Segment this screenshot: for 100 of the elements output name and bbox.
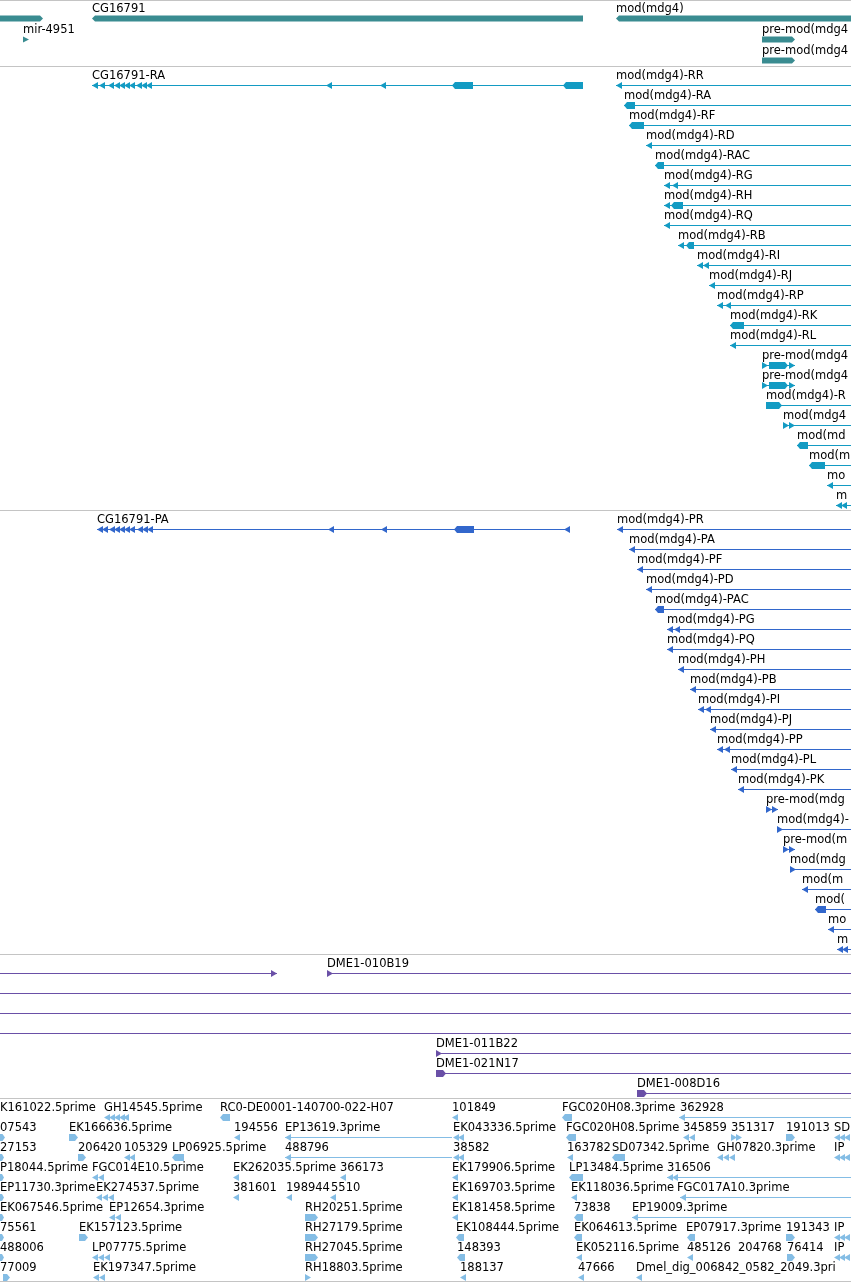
est-alignment[interactable] <box>0 1214 4 1221</box>
transcript-model[interactable] <box>762 362 795 369</box>
protein-model[interactable] <box>783 846 795 853</box>
transcript-model[interactable] <box>624 102 851 109</box>
protein-model[interactable] <box>629 546 851 553</box>
est-alignment[interactable] <box>0 1174 4 1181</box>
est-alignment[interactable] <box>562 1114 572 1121</box>
transcript-model[interactable] <box>809 462 851 469</box>
est-alignment[interactable] <box>78 1154 86 1161</box>
est-alignment[interactable] <box>0 1234 4 1241</box>
est-alignment[interactable] <box>234 1134 240 1141</box>
transcript-model[interactable] <box>92 82 583 89</box>
est-alignment[interactable] <box>632 1214 851 1221</box>
protein-model[interactable] <box>802 886 851 893</box>
est-alignment[interactable] <box>172 1154 184 1161</box>
est-alignment[interactable] <box>452 1214 458 1221</box>
est-alignment[interactable] <box>93 1274 105 1281</box>
est-alignment[interactable] <box>687 1234 695 1241</box>
transcript-model[interactable] <box>730 342 851 349</box>
transcript-model[interactable] <box>717 302 851 309</box>
protein-model[interactable] <box>690 686 851 693</box>
est-alignment[interactable] <box>92 1174 104 1181</box>
transcript-model[interactable] <box>709 282 851 289</box>
est-alignment[interactable] <box>452 1114 458 1121</box>
protein-model[interactable] <box>766 806 778 813</box>
est-alignment[interactable] <box>667 1174 851 1181</box>
protein-model[interactable] <box>790 866 851 873</box>
transcript-model[interactable] <box>783 422 851 429</box>
protein-model[interactable] <box>646 586 851 593</box>
est-alignment[interactable] <box>0 1154 4 1161</box>
transcript-model[interactable] <box>655 162 851 169</box>
est-alignment[interactable] <box>457 1254 465 1261</box>
protein-model[interactable] <box>637 566 851 573</box>
gene-bar[interactable] <box>762 36 795 43</box>
est-alignment[interactable] <box>109 1214 121 1221</box>
est-alignment[interactable] <box>453 1134 464 1141</box>
gene-bar[interactable] <box>23 36 29 43</box>
est-alignment[interactable] <box>305 1214 318 1221</box>
est-alignment[interactable] <box>612 1154 625 1161</box>
est-alignment[interactable] <box>340 1174 346 1181</box>
est-alignment[interactable] <box>285 1134 452 1141</box>
transcript-model[interactable] <box>664 222 851 229</box>
est-alignment[interactable] <box>566 1134 576 1141</box>
clone-alignment[interactable] <box>0 970 277 977</box>
protein-model[interactable] <box>717 746 851 753</box>
protein-model[interactable] <box>655 606 851 613</box>
transcript-model[interactable] <box>664 202 851 209</box>
transcript-model[interactable] <box>730 322 851 329</box>
est-alignment[interactable] <box>456 1234 464 1241</box>
est-alignment[interactable] <box>305 1234 318 1241</box>
clone-alignment[interactable] <box>0 1030 851 1037</box>
est-alignment[interactable] <box>69 1134 78 1141</box>
transcript-model[interactable] <box>646 142 851 149</box>
transcript-model[interactable] <box>836 502 851 509</box>
est-alignment[interactable] <box>305 1254 318 1261</box>
protein-model[interactable] <box>837 946 851 953</box>
est-alignment[interactable] <box>683 1134 695 1141</box>
est-alignment[interactable] <box>452 1194 458 1201</box>
est-alignment[interactable] <box>220 1114 230 1121</box>
gene-bar[interactable] <box>762 57 795 64</box>
protein-model[interactable] <box>97 526 570 533</box>
clone-alignment[interactable] <box>436 1050 851 1057</box>
est-alignment[interactable] <box>717 1154 735 1161</box>
transcript-model[interactable] <box>827 482 851 489</box>
est-alignment[interactable] <box>452 1174 458 1181</box>
transcript-model[interactable] <box>664 182 851 189</box>
gene-bar[interactable] <box>616 15 851 22</box>
clone-alignment[interactable] <box>436 1070 851 1077</box>
est-alignment[interactable] <box>0 1194 4 1201</box>
est-alignment[interactable] <box>124 1154 135 1161</box>
est-alignment[interactable] <box>460 1274 466 1281</box>
est-alignment[interactable] <box>636 1274 642 1281</box>
protein-model[interactable] <box>617 526 851 533</box>
protein-model[interactable] <box>815 906 851 913</box>
transcript-model[interactable] <box>697 262 851 269</box>
est-alignment[interactable] <box>679 1114 851 1121</box>
clone-alignment[interactable] <box>637 1090 851 1097</box>
est-alignment[interactable] <box>574 1234 582 1241</box>
transcript-model[interactable] <box>629 122 851 129</box>
est-alignment[interactable] <box>96 1194 114 1201</box>
protein-model[interactable] <box>698 706 851 713</box>
est-alignment[interactable] <box>0 1254 4 1261</box>
est-alignment[interactable] <box>104 1114 129 1121</box>
clone-alignment[interactable] <box>327 970 851 977</box>
est-alignment[interactable] <box>680 1194 851 1201</box>
est-alignment[interactable] <box>79 1234 88 1241</box>
est-alignment[interactable] <box>786 1234 795 1241</box>
est-alignment[interactable] <box>233 1194 239 1201</box>
est-alignment[interactable] <box>3 1274 10 1281</box>
est-alignment[interactable] <box>453 1154 464 1161</box>
protein-model[interactable] <box>777 826 851 833</box>
transcript-model[interactable] <box>766 402 851 409</box>
est-alignment[interactable] <box>731 1134 742 1141</box>
est-alignment[interactable] <box>687 1254 693 1261</box>
est-alignment[interactable] <box>787 1254 795 1261</box>
est-alignment[interactable] <box>834 1254 850 1261</box>
protein-model[interactable] <box>731 766 851 773</box>
transcript-model[interactable] <box>678 242 851 249</box>
protein-model[interactable] <box>678 666 851 673</box>
transcript-model[interactable] <box>797 442 851 449</box>
